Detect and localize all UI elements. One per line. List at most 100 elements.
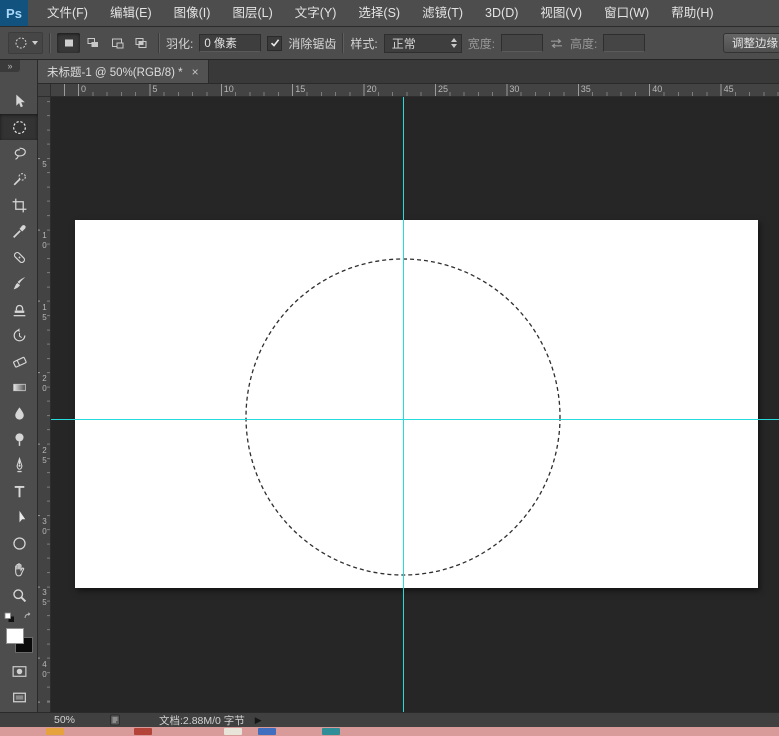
gradient-tool-icon [11, 379, 28, 396]
quick-selection-tool-icon [11, 171, 28, 188]
menu-layer[interactable]: 图层(L) [221, 0, 283, 26]
pen-tool[interactable] [0, 452, 38, 478]
eyedropper-tool[interactable] [0, 218, 38, 244]
menu-3d[interactable]: 3D(D) [474, 0, 529, 26]
divider [49, 33, 51, 53]
selection-mode-add[interactable] [81, 33, 104, 53]
feather-input[interactable] [199, 34, 262, 52]
dodge-tool[interactable] [0, 426, 38, 452]
history-brush-tool-icon [11, 327, 28, 344]
feather-label: 羽化: [166, 36, 194, 51]
selection-mode-intersect[interactable] [129, 33, 152, 53]
v-ruler-number: 15 [40, 302, 49, 323]
ruler-corner[interactable] [38, 84, 51, 97]
crop-tool[interactable] [0, 192, 38, 218]
pen-tool-icon [11, 457, 28, 474]
dropdown-caret-icon [32, 41, 38, 45]
ellipse-marquee-icon [15, 37, 27, 49]
spot-healing-brush-tool[interactable] [0, 244, 38, 270]
tool-preset-picker[interactable] [8, 32, 43, 54]
brush-tool[interactable] [0, 270, 38, 296]
selection-mode-group [57, 33, 152, 53]
screen-mode-button[interactable] [0, 684, 38, 710]
h-ruler-number: 10 [223, 84, 234, 94]
taskbar-icon[interactable] [224, 728, 242, 735]
h-ruler-number: 5 [152, 84, 158, 94]
menu-bar: Ps 文件(F) 编辑(E) 图像(I) 图层(L) 文字(Y) 选择(S) 滤镜(T) 3D… [0, 0, 779, 27]
tool-list [0, 88, 38, 608]
taskbar-icon[interactable] [134, 728, 152, 735]
quick-mask-icon [11, 663, 28, 680]
vertical-ruler[interactable]: 5 10 15 20 25 30 35 40 [38, 97, 51, 712]
blur-tool[interactable] [0, 400, 38, 426]
menu-view[interactable]: 视图(V) [529, 0, 593, 26]
elliptical-marquee-tool-icon [11, 119, 28, 136]
canvas-area[interactable] [51, 97, 779, 712]
move-tool[interactable] [0, 88, 38, 114]
document-tab-bar: 未标题-1 @ 50%(RGB/8) * × [38, 60, 779, 84]
swap-colors-icon[interactable] [23, 612, 34, 623]
width-input[interactable] [501, 34, 544, 52]
eraser-tool[interactable] [0, 348, 38, 374]
crop-tool-icon [11, 197, 28, 214]
taskbar-icon[interactable] [258, 728, 276, 735]
tool-panel: » [0, 60, 38, 712]
antialias-checkbox[interactable] [267, 35, 283, 51]
spot-healing-brush-tool-icon [11, 249, 28, 266]
v-ruler-number: 25 [40, 445, 49, 466]
menu-window[interactable]: 窗口(W) [593, 0, 660, 26]
style-value: 正常 [391, 36, 416, 51]
hand-tool[interactable] [0, 556, 38, 582]
selection-mode-subtract[interactable] [105, 33, 128, 53]
horizontal-ruler[interactable]: 0 5 10 15 20 25 30 35 40 45 [51, 84, 779, 97]
foreground-color-swatch[interactable] [6, 628, 24, 644]
eraser-tool-icon [11, 353, 28, 370]
zoom-tool-icon [11, 587, 28, 604]
h-ruler-number: 20 [366, 84, 377, 94]
tab-close-icon[interactable]: × [192, 66, 199, 78]
style-select[interactable]: 正常 [383, 33, 462, 53]
menu-image[interactable]: 图像(I) [163, 0, 222, 26]
menu-select[interactable]: 选择(S) [347, 0, 411, 26]
refine-edge-button[interactable]: 调整边缘... [723, 33, 779, 53]
collapse-panel-button[interactable]: » [0, 60, 20, 72]
horizontal-guide[interactable] [51, 419, 779, 420]
gradient-tool[interactable] [0, 374, 38, 400]
taskbar-icon[interactable] [322, 728, 340, 735]
document-tab[interactable]: 未标题-1 @ 50%(RGB/8) * × [38, 60, 209, 83]
menu-file[interactable]: 文件(F) [36, 0, 99, 26]
document-canvas[interactable] [75, 220, 758, 588]
clone-stamp-tool[interactable] [0, 296, 38, 322]
zoom-level-field[interactable]: 50% [54, 714, 75, 726]
quick-selection-tool[interactable] [0, 166, 38, 192]
v-ruler-number: 5 [40, 160, 49, 170]
height-input[interactable] [603, 34, 646, 52]
path-selection-tool[interactable] [0, 504, 38, 530]
h-ruler-number: 25 [438, 84, 449, 94]
v-ruler-number: 20 [40, 374, 49, 395]
menu-edit[interactable]: 编辑(E) [99, 0, 163, 26]
status-expand-icon[interactable]: ▶ [255, 715, 262, 726]
menu-help[interactable]: 帮助(H) [660, 0, 724, 26]
ps-logo[interactable]: Ps [0, 0, 28, 26]
default-colors-icon[interactable] [4, 612, 15, 623]
style-label: 样式: [350, 36, 378, 51]
zoom-tool[interactable] [0, 582, 38, 608]
swap-dimensions-icon[interactable] [549, 38, 564, 49]
antialias-label: 消除锯齿 [288, 36, 337, 51]
elliptical-marquee-tool[interactable] [0, 114, 38, 140]
ellipse-shape-tool-icon [11, 535, 28, 552]
document-info[interactable]: 文档:2.88M/0 字节 [159, 713, 245, 728]
lasso-tool[interactable] [0, 140, 38, 166]
menu-type[interactable]: 文字(Y) [284, 0, 348, 26]
history-brush-tool[interactable] [0, 322, 38, 348]
quick-mask-button[interactable] [0, 658, 38, 684]
ellipse-shape-tool[interactable] [0, 530, 38, 556]
taskbar-icon[interactable] [46, 728, 64, 735]
vertical-guide[interactable] [403, 97, 404, 712]
subtract-selection-icon [111, 38, 123, 49]
menu-filter[interactable]: 滤镜(T) [411, 0, 474, 26]
selection-mode-new[interactable] [57, 33, 80, 53]
type-tool[interactable] [0, 478, 38, 504]
divider [342, 33, 345, 53]
